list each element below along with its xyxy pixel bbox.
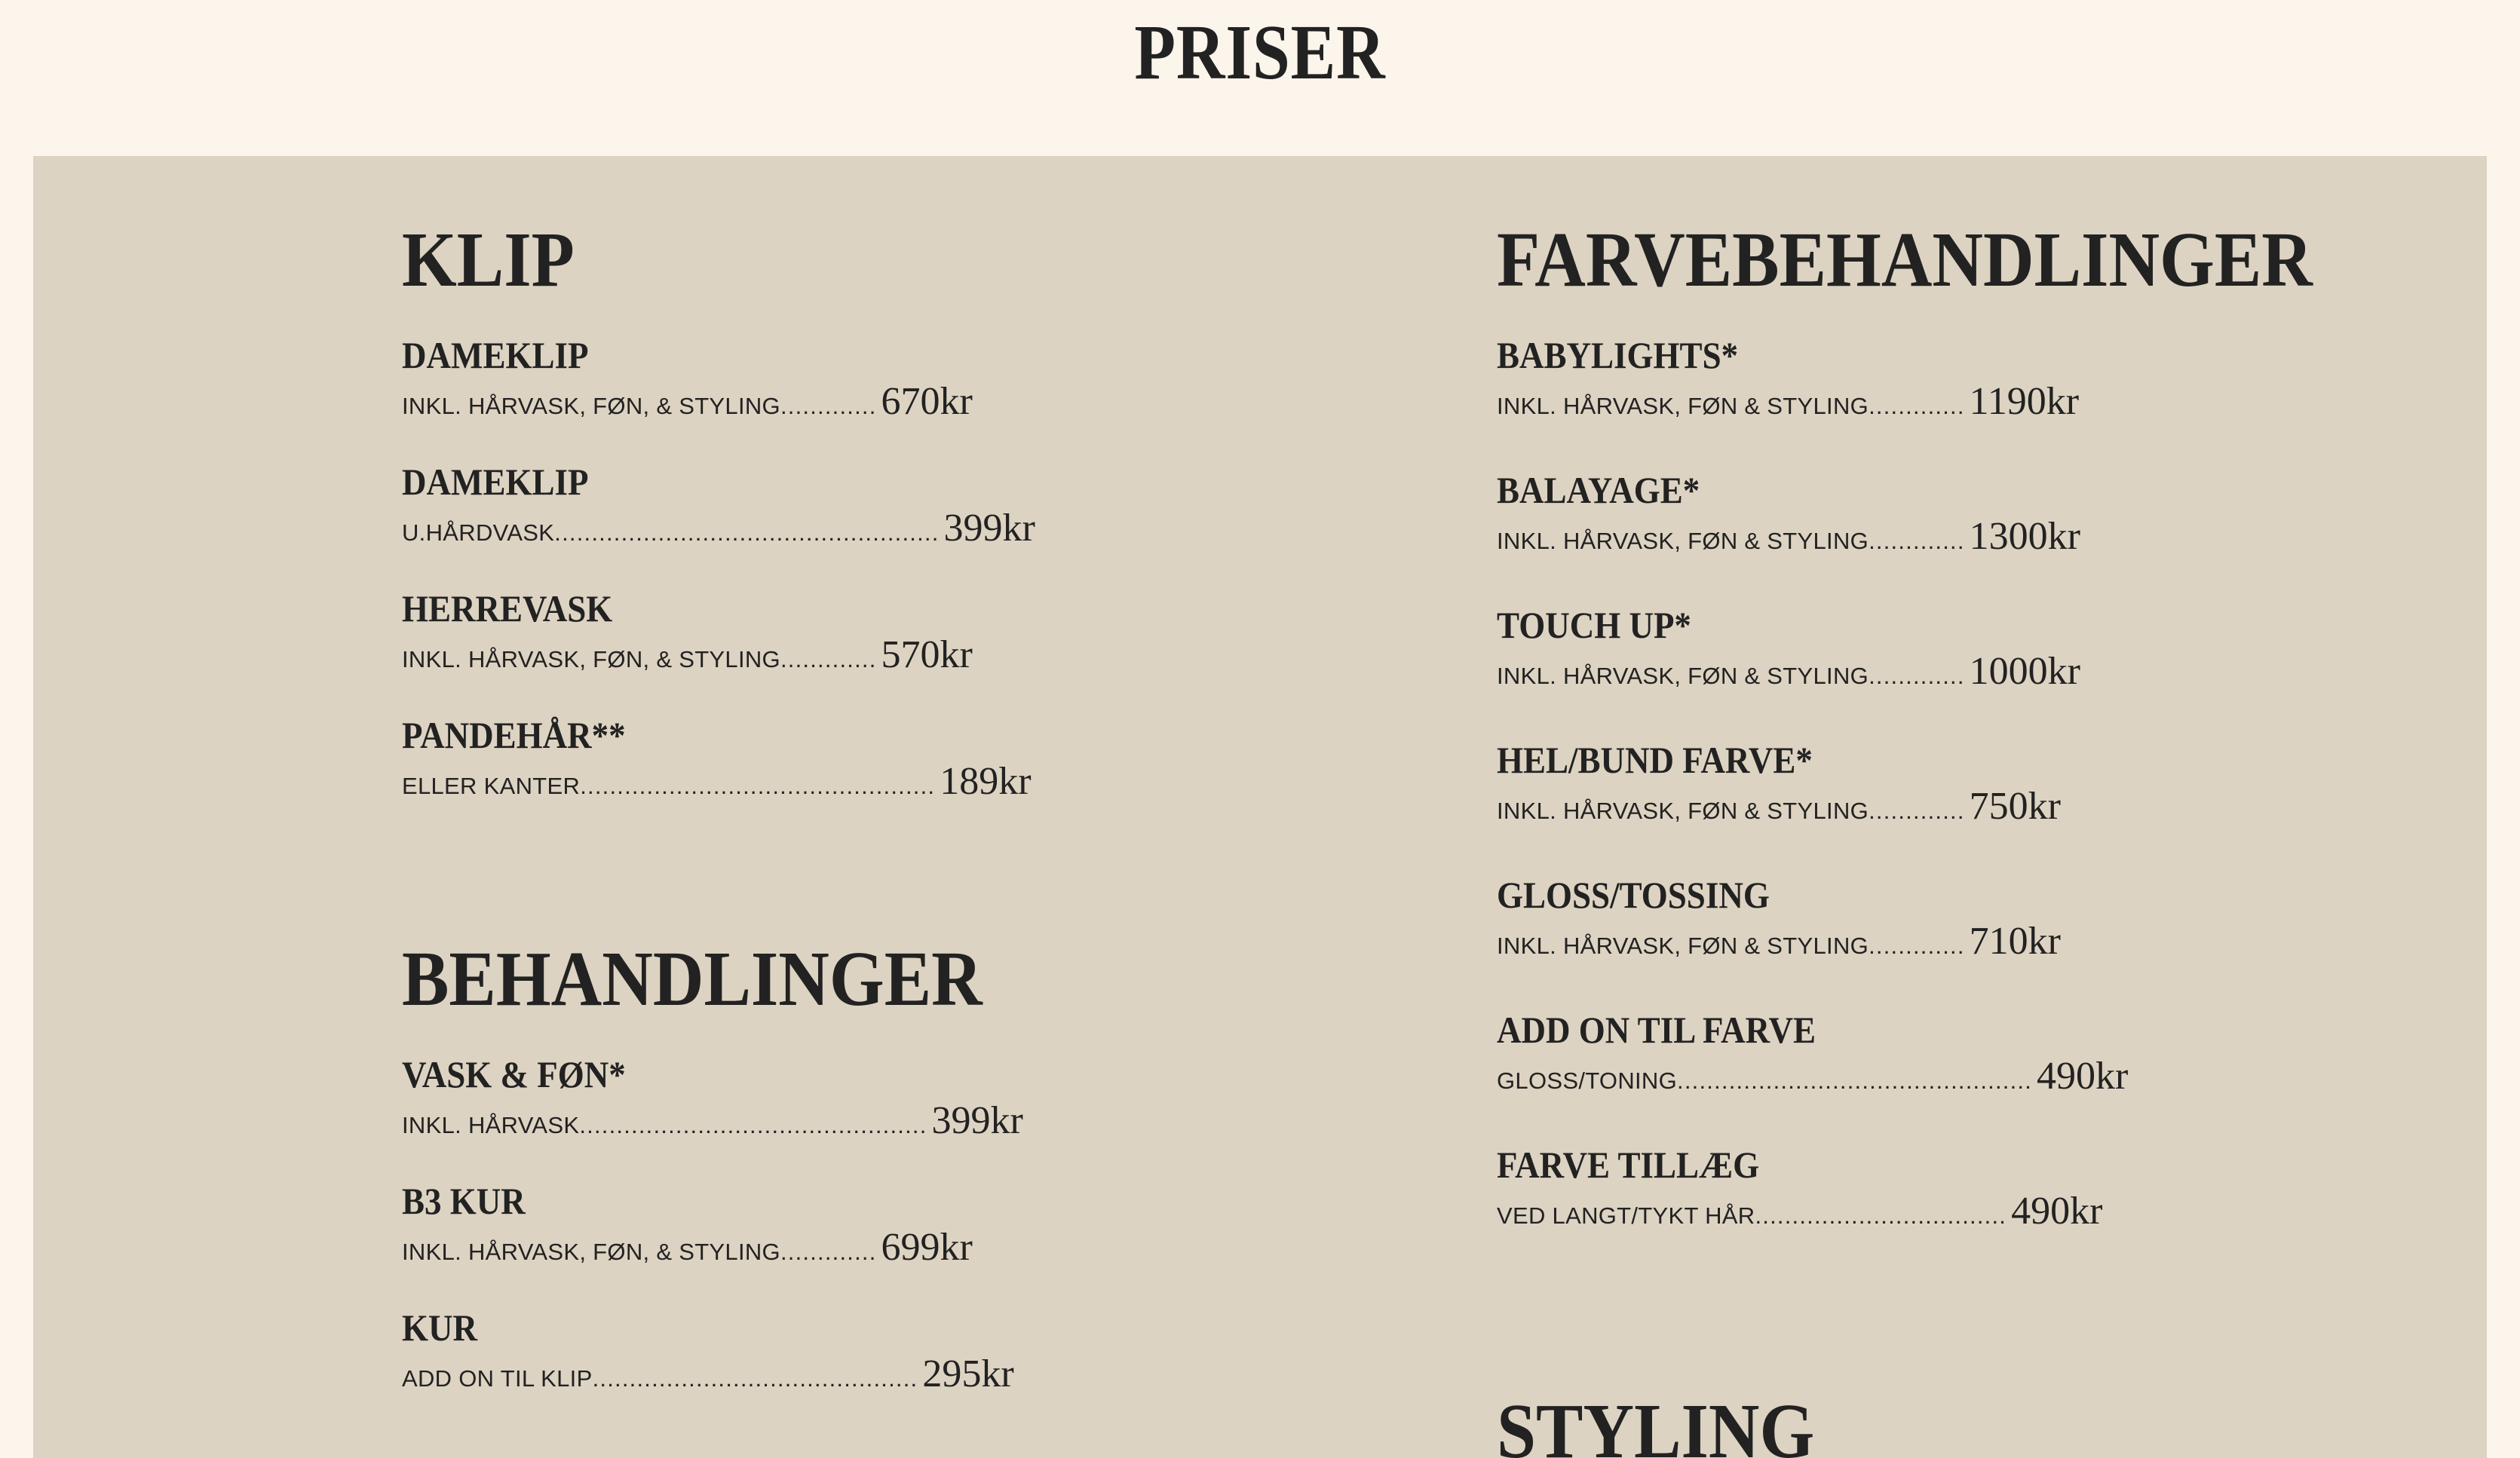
price-item: BABYLIGHTS* INKL. HÅRVASK, FØN & STYLING… bbox=[1497, 332, 2251, 467]
item-line: INKL. HÅRVASK, FØN, & STYLING ..........… bbox=[402, 379, 975, 424]
dot-leader: ........................................… bbox=[580, 773, 936, 799]
price-item: HERREVASK INKL. HÅRVASK, FØN, & STYLING … bbox=[402, 586, 975, 712]
price-item: FARVE TILLÆG VED LANGT/TYKT HÅR ........… bbox=[1497, 1142, 2251, 1277]
item-price: 1190kr bbox=[1969, 380, 2080, 423]
item-description: INKL. HÅRVASK, FØN & STYLING bbox=[1497, 663, 1869, 689]
item-line: INKL. HÅRVASK, FØN & STYLING ...........… bbox=[1497, 649, 2251, 694]
item-price: 699kr bbox=[881, 1226, 973, 1269]
item-description: INKL. HÅRVASK, FØN & STYLING bbox=[1497, 393, 1869, 419]
dot-leader: ........................................… bbox=[592, 1365, 918, 1392]
dot-leader: ............. bbox=[780, 393, 877, 419]
item-line: INKL. HÅRVASK, FØN & STYLING ...........… bbox=[1497, 784, 2251, 829]
item-description: INKL. HÅRVASK bbox=[402, 1112, 580, 1138]
item-name: HERREVASK bbox=[402, 587, 613, 629]
item-description: ADD ON TIL KLIP bbox=[402, 1365, 593, 1392]
item-name: DAMEKLIP bbox=[402, 461, 589, 503]
price-item: GLOSS/TOSSING INKL. HÅRVASK, FØN & STYLI… bbox=[1497, 872, 2251, 1007]
price-item: PANDEHÅR** ELLER KANTER ................… bbox=[402, 712, 1032, 839]
item-price: 490kr bbox=[2037, 1055, 2129, 1098]
dot-leader: ........................................… bbox=[554, 519, 940, 546]
dot-leader: ........................................… bbox=[579, 1112, 927, 1138]
item-name: GLOSS/TOSSING bbox=[1497, 874, 1770, 916]
item-price: 1300kr bbox=[1969, 515, 2080, 558]
section-farvebehandlinger: FARVEBEHANDLINGER BABYLIGHTS* INKL. HÅRV… bbox=[1497, 215, 2313, 1277]
item-name: VASK & FØN* bbox=[402, 1053, 626, 1095]
item-line: GLOSS/TONING ...........................… bbox=[1497, 1054, 2251, 1098]
item-price: 1000kr bbox=[1969, 650, 2080, 693]
section-styling: STYLING bbox=[1497, 1386, 2251, 1458]
item-line: INKL. HÅRVASK, FØN, & STYLING ..........… bbox=[402, 1225, 975, 1270]
item-description: INKL. HÅRVASK, FØN & STYLING bbox=[1497, 798, 1869, 824]
price-item: VASK & FØN* INKL. HÅRVASK ..............… bbox=[402, 1052, 1023, 1178]
item-line: INKL. HÅRVASK, FØN & STYLING ...........… bbox=[1497, 379, 2251, 424]
item-price: 670kr bbox=[881, 380, 973, 423]
item-name: PANDEHÅR** bbox=[402, 714, 626, 756]
item-price: 570kr bbox=[881, 633, 973, 676]
item-description: ELLER KANTER bbox=[402, 773, 581, 799]
item-price: 189kr bbox=[940, 760, 1032, 803]
section-title-styling: STYLING bbox=[1497, 1388, 1815, 1458]
item-price: 750kr bbox=[1969, 785, 2061, 828]
price-item: DAMEKLIP U.HÅRDVASK ....................… bbox=[402, 459, 1035, 586]
dot-leader: .................................. bbox=[1755, 1202, 2007, 1229]
section-klip: KLIP DAMEKLIP INKL. HÅRVASK, FØN, & STYL… bbox=[402, 215, 1035, 839]
dot-leader: ............. bbox=[1869, 528, 1965, 554]
item-description: INKL. HÅRVASK, FØN, & STYLING bbox=[402, 393, 780, 419]
price-item: DAMEKLIP INKL. HÅRVASK, FØN, & STYLING .… bbox=[402, 332, 975, 459]
item-price: 710kr bbox=[1969, 920, 2061, 963]
item-line: VED LANGT/TYKT HÅR .....................… bbox=[1497, 1189, 2251, 1233]
item-description: INKL. HÅRVASK, FØN, & STYLING bbox=[402, 1239, 780, 1265]
dot-leader: ............. bbox=[780, 1239, 877, 1265]
item-name: TOUCH UP* bbox=[1497, 604, 1691, 646]
page-title: PRISER bbox=[1134, 9, 1386, 96]
dot-leader: ............. bbox=[1869, 393, 1965, 419]
item-description: INKL. HÅRVASK, FØN & STYLING bbox=[1497, 933, 1869, 959]
section-title-klip: KLIP bbox=[402, 216, 575, 303]
dot-leader: ............. bbox=[780, 646, 877, 672]
price-item: HEL/BUND FARVE* INKL. HÅRVASK, FØN & STY… bbox=[1497, 737, 2251, 872]
item-line: INKL. HÅRVASK ..........................… bbox=[402, 1098, 1023, 1143]
item-name: FARVE TILLÆG bbox=[1497, 1144, 1760, 1186]
section-title-behandlinger: BEHANDLINGER bbox=[402, 936, 983, 1022]
item-line: ELLER KANTER ...........................… bbox=[402, 759, 1032, 804]
item-line: ADD ON TIL KLIP ........................… bbox=[402, 1352, 1014, 1396]
section-title-farvebehandlinger: FARVEBEHANDLINGER bbox=[1497, 216, 2313, 303]
item-line: INKL. HÅRVASK, FØN, & STYLING ..........… bbox=[402, 633, 975, 677]
item-price: 295kr bbox=[922, 1352, 1014, 1395]
item-name: BABYLIGHTS* bbox=[1497, 334, 1739, 376]
price-item: ADD ON TIL FARVE GLOSS/TONING ..........… bbox=[1497, 1007, 2251, 1142]
price-panel: KLIP DAMEKLIP INKL. HÅRVASK, FØN, & STYL… bbox=[33, 156, 2487, 1458]
price-item: B3 KUR INKL. HÅRVASK, FØN, & STYLING ...… bbox=[402, 1178, 975, 1305]
dot-leader: ............. bbox=[1869, 663, 1965, 689]
price-item: TOUCH UP* INKL. HÅRVASK, FØN & STYLING .… bbox=[1497, 602, 2251, 737]
item-name: KUR bbox=[402, 1306, 477, 1349]
item-price: 399kr bbox=[943, 507, 1035, 550]
item-description: INKL. HÅRVASK, FØN, & STYLING bbox=[402, 646, 780, 672]
price-item: KUR ADD ON TIL KLIP ....................… bbox=[402, 1305, 1014, 1432]
item-name: BALAYAGE* bbox=[1497, 469, 1700, 511]
item-line: U.HÅRDVASK .............................… bbox=[402, 506, 1035, 550]
item-price: 399kr bbox=[931, 1099, 1023, 1142]
item-description: INKL. HÅRVASK, FØN & STYLING bbox=[1497, 528, 1869, 554]
item-name: DAMEKLIP bbox=[402, 334, 589, 376]
item-description: VED LANGT/TYKT HÅR bbox=[1497, 1202, 1755, 1229]
section-behandlinger: BEHANDLINGER VASK & FØN* INKL. HÅRVASK .… bbox=[402, 934, 1023, 1432]
item-name: ADD ON TIL FARVE bbox=[1497, 1009, 1816, 1051]
item-name: B3 KUR bbox=[402, 1180, 526, 1222]
item-description: GLOSS/TONING bbox=[1497, 1067, 1678, 1094]
item-price: 490kr bbox=[2011, 1190, 2103, 1233]
price-item: BALAYAGE* INKL. HÅRVASK, FØN & STYLING .… bbox=[1497, 467, 2251, 602]
dot-leader: ............. bbox=[1869, 798, 1965, 824]
dot-leader: ............. bbox=[1869, 933, 1965, 959]
item-name: HEL/BUND FARVE* bbox=[1497, 739, 1813, 781]
item-description: U.HÅRDVASK bbox=[402, 519, 555, 546]
item-line: INKL. HÅRVASK, FØN & STYLING ...........… bbox=[1497, 919, 2251, 963]
dot-leader: ........................................… bbox=[1677, 1067, 2033, 1094]
item-line: INKL. HÅRVASK, FØN & STYLING ...........… bbox=[1497, 514, 2251, 559]
